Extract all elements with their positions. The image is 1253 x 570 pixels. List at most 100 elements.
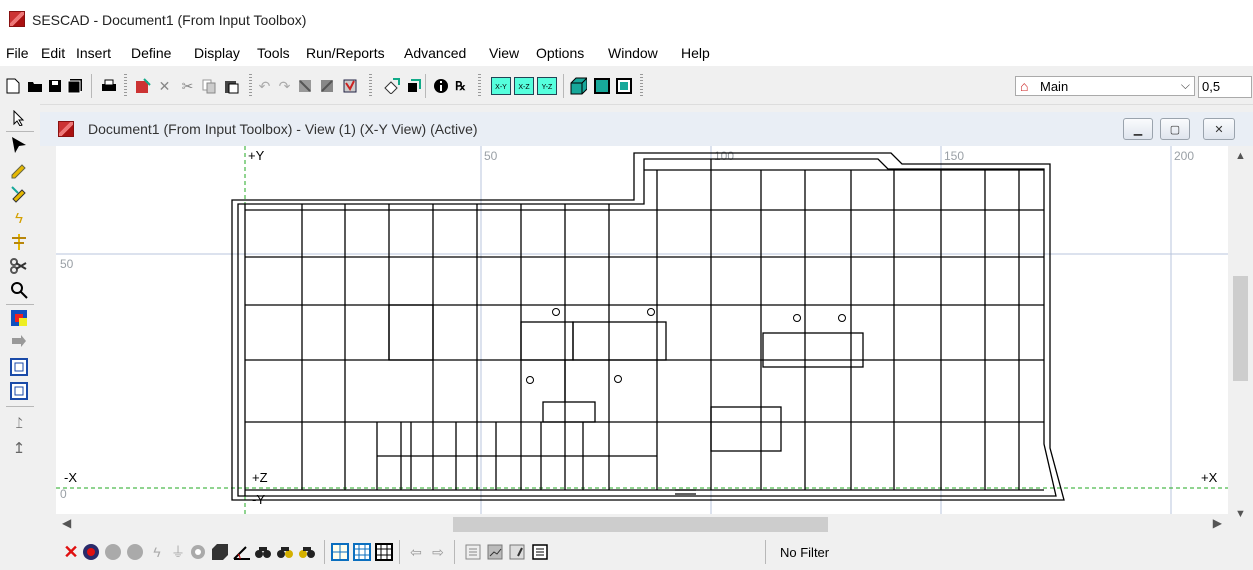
save-all-icon[interactable] (66, 77, 83, 94)
chart-report-icon[interactable] (486, 543, 504, 561)
red-circle-icon[interactable] (82, 543, 100, 561)
toolbar-grip[interactable] (124, 74, 127, 98)
delete-icon[interactable]: ✕ (156, 77, 173, 94)
undo-icon[interactable]: ↶ (256, 77, 273, 94)
find-next-icon[interactable] (276, 543, 294, 561)
menu-edit[interactable]: Edit (41, 45, 65, 61)
ungroup-icon[interactable] (318, 77, 335, 94)
minimize-button[interactable]: ▁ (1123, 118, 1153, 140)
scissors-icon[interactable] (9, 256, 29, 276)
grid-view-alt-icon[interactable] (9, 381, 29, 401)
xy-view-icon[interactable]: X-Y (491, 76, 511, 95)
menu-insert[interactable]: Insert (76, 45, 111, 61)
menu-run-reports[interactable]: Run/Reports (306, 45, 385, 61)
menu-options[interactable]: Options (536, 45, 584, 61)
menu-advanced[interactable]: Advanced (404, 45, 466, 61)
menu-help[interactable]: Help (681, 45, 710, 61)
horizontal-scroll-thumb[interactable] (453, 517, 828, 532)
chevron-down-icon[interactable]: ⌵ (1181, 78, 1190, 93)
ground-rod-marker[interactable] (614, 375, 622, 383)
probe-icon[interactable]: ⥜ (9, 413, 29, 433)
select-region-icon[interactable] (341, 77, 358, 94)
xz-view-icon[interactable]: X-Z (514, 76, 534, 95)
scroll-down-icon[interactable]: ▼ (1235, 508, 1246, 520)
outline-view-icon[interactable] (615, 77, 632, 94)
grid-dense-icon[interactable] (375, 543, 393, 561)
view-selector-combo[interactable]: ⌂ Main ⌵ (1015, 76, 1195, 96)
paste-icon[interactable] (222, 77, 239, 94)
menu-display[interactable]: Display (194, 45, 240, 61)
properties-icon[interactable] (508, 543, 526, 561)
scroll-left-icon[interactable]: ◀ (62, 516, 71, 530)
angle-icon[interactable] (233, 543, 251, 561)
vertical-scrollbar[interactable]: ▲ ▼ (1228, 146, 1253, 526)
3d-view-icon[interactable] (570, 77, 587, 94)
vertical-scroll-thumb[interactable] (1233, 276, 1248, 381)
pole-icon[interactable] (9, 232, 29, 252)
arrow-left-icon[interactable]: ⇦ (407, 543, 425, 561)
grid-fine-icon[interactable] (353, 543, 371, 561)
ground-rod-marker[interactable] (647, 308, 655, 316)
delete-mark-icon[interactable] (134, 77, 151, 94)
calculator-icon[interactable] (531, 543, 549, 561)
filter-label[interactable]: No Filter (780, 545, 829, 560)
toolbar-grip[interactable] (640, 74, 643, 98)
zoom-icon[interactable] (9, 280, 29, 300)
menu-file[interactable]: File (6, 45, 29, 61)
ground-rod-marker[interactable] (552, 308, 560, 316)
ground-rod-marker[interactable] (526, 376, 534, 384)
pointer-3d-icon[interactable] (383, 77, 400, 94)
gray-arrow-icon[interactable] (9, 332, 29, 352)
gray-circle-icon[interactable] (126, 543, 144, 561)
menu-tools[interactable]: Tools (257, 45, 290, 61)
probe-up-icon[interactable]: ↥ (9, 438, 29, 458)
find-prev-icon[interactable] (298, 543, 316, 561)
scroll-right-icon[interactable]: ▶ (1213, 516, 1222, 530)
toolbar-grip[interactable] (369, 74, 372, 98)
cut-icon[interactable]: ✂ (179, 77, 196, 94)
report-icon[interactable] (464, 543, 482, 561)
new-document-icon[interactable] (4, 77, 21, 94)
ground-gray-icon[interactable]: ⏚ (169, 543, 187, 561)
find-icon[interactable] (254, 543, 272, 561)
menu-window[interactable]: Window (608, 45, 658, 61)
group-select-icon[interactable] (296, 77, 313, 94)
pointer-icon[interactable] (9, 135, 29, 155)
grid-view-icon[interactable] (9, 357, 29, 377)
target-icon[interactable] (189, 543, 207, 561)
copy-icon[interactable] (200, 77, 217, 94)
color-map-icon[interactable] (9, 308, 29, 328)
fill-view-icon[interactable] (593, 77, 610, 94)
grid-icon[interactable] (331, 543, 349, 561)
info-icon[interactable] (432, 77, 449, 94)
cancel-x-icon[interactable]: ✕ (62, 542, 80, 562)
print-icon[interactable] (100, 77, 117, 94)
maximize-button[interactable]: ▢ (1160, 118, 1190, 140)
value-field[interactable]: 0,5 (1198, 76, 1252, 98)
menu-view[interactable]: View (489, 45, 519, 61)
gray-circle-icon[interactable] (104, 543, 122, 561)
view-window-title-bar[interactable]: Document1 (From Input Toolbox) - View (1… (40, 112, 1253, 146)
prescription-icon[interactable]: ℞ (452, 77, 469, 94)
drawing-svg[interactable]: 50 100 150 200 50 0 +Y -X +Z -Y +X (56, 146, 1228, 526)
redo-icon[interactable]: ↷ (276, 77, 293, 94)
ground-rod-marker[interactable] (838, 314, 846, 322)
select-arrow-icon[interactable] (9, 108, 29, 128)
drawing-canvas[interactable]: 50 100 150 200 50 0 +Y -X +Z -Y +X (56, 146, 1228, 526)
yz-view-icon[interactable]: Y-Z (537, 76, 557, 95)
pencil-icon[interactable] (9, 160, 29, 180)
menu-define[interactable]: Define (131, 45, 171, 61)
draw-conductor-icon[interactable] (9, 184, 29, 204)
lightning-icon[interactable]: ϟ (9, 208, 29, 228)
close-button[interactable]: ✕ (1203, 118, 1235, 140)
scroll-up-icon[interactable]: ▲ (1235, 150, 1246, 162)
3d-object-icon[interactable] (211, 543, 229, 561)
ground-rod-marker[interactable] (793, 314, 801, 322)
toolbar-grip[interactable] (249, 74, 252, 98)
open-folder-icon[interactable] (26, 77, 43, 94)
horizontal-scrollbar[interactable]: ◀ ▶ (56, 514, 1228, 534)
arrow-right-icon[interactable]: ⇨ (429, 543, 447, 561)
save-icon[interactable] (46, 77, 63, 94)
object-3d-icon[interactable] (405, 77, 422, 94)
lightning-gray-icon[interactable]: ϟ (148, 543, 166, 561)
